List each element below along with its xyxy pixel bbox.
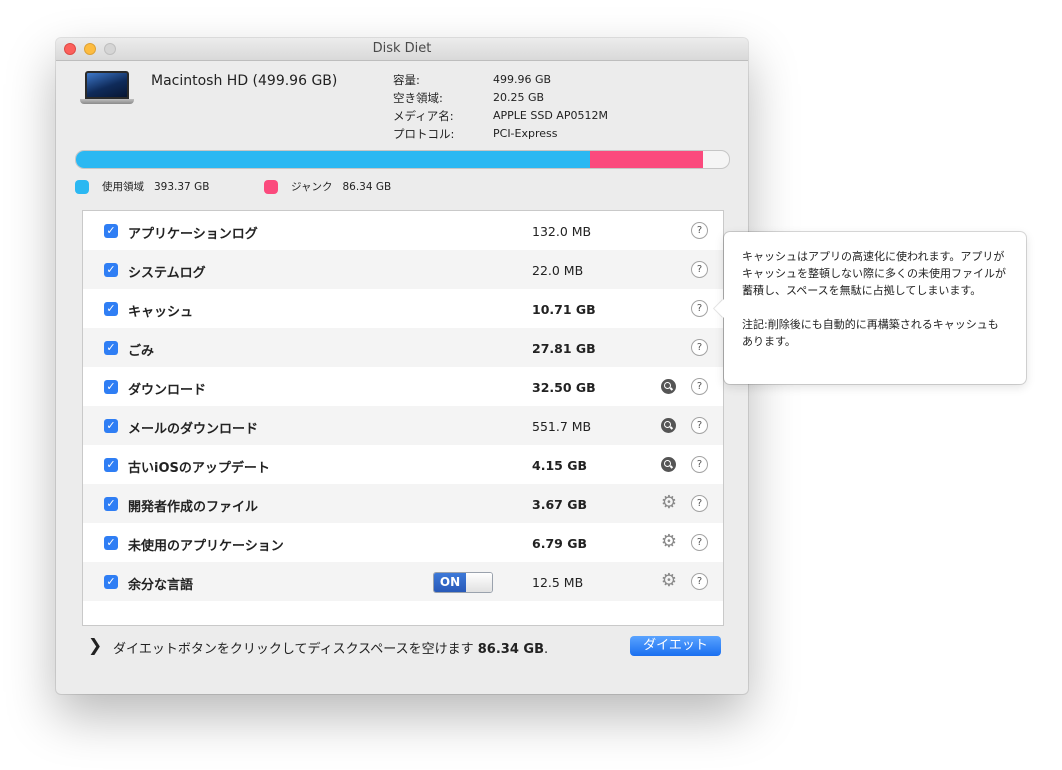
popover-paragraph-2: 注記:削除後にも自動的に再構築されるキャッシュもあります。 — [742, 318, 999, 348]
popover-paragraph-1: キャッシュはアプリの高速化に使われます。アプリがキャッシュを整頓しない際に多くの… — [742, 250, 1006, 297]
zoom-button[interactable] — [104, 43, 116, 55]
minimize-button[interactable] — [84, 43, 96, 55]
item-checkbox[interactable]: ✓ — [104, 380, 118, 394]
help-icon[interactable]: ? — [691, 456, 708, 473]
help-icon[interactable]: ? — [691, 495, 708, 512]
info-label-free: 空き領域: — [393, 91, 443, 105]
list-item[interactable]: ✓ ダウンロード 32.50 GB ? — [83, 367, 723, 406]
close-button[interactable] — [64, 43, 76, 55]
legend-junk-label: ジャンク — [291, 181, 333, 193]
item-checkbox[interactable]: ✓ — [104, 419, 118, 433]
item-size: 3.67 GB — [532, 497, 587, 512]
legend-used-label: 使用領域 — [102, 181, 144, 193]
item-size: 27.81 GB — [532, 341, 596, 356]
disk-usage-bar — [75, 150, 730, 169]
gear-icon[interactable]: ⚙ — [658, 570, 680, 592]
list-item[interactable]: ✓ 古いiOSのアップデート 4.15 GB ? — [83, 445, 723, 484]
item-name: ダウンロード — [128, 383, 207, 398]
item-name: メールのダウンロード — [128, 422, 259, 437]
help-icon[interactable]: ? — [691, 222, 708, 239]
item-checkbox[interactable]: ✓ — [104, 263, 118, 277]
search-icon[interactable] — [661, 418, 676, 433]
item-checkbox[interactable]: ✓ — [104, 497, 118, 511]
legend-used: 使用領域 393.37 GB — [75, 179, 209, 194]
window-controls — [64, 43, 116, 55]
item-name: 古いiOSのアップデート — [128, 461, 270, 476]
item-name: 開発者作成のファイル — [128, 500, 259, 515]
item-name: キャッシュ — [128, 305, 194, 320]
info-label-media: メディア名: — [393, 109, 454, 123]
toggle-on-label: ON — [434, 573, 466, 592]
item-checkbox[interactable]: ✓ — [104, 224, 118, 238]
diet-button[interactable]: ダイエット — [630, 636, 721, 656]
usage-used-segment — [76, 151, 590, 168]
disk-info: 容量: 499.96 GB 空き領域: 20.25 GB メディア名: APPLE S… — [393, 71, 608, 143]
item-checkbox[interactable]: ✓ — [104, 341, 118, 355]
legend-used-swatch — [75, 179, 89, 194]
window-title: Disk Diet — [372, 41, 432, 56]
info-value-free: 20.25 GB — [493, 91, 545, 104]
footer-text-suffix: . — [544, 642, 549, 657]
help-icon[interactable]: ? — [691, 534, 708, 551]
gear-icon[interactable]: ⚙ — [658, 531, 680, 553]
list-item[interactable]: ✓ アプリケーションログ 132.0 MB ? — [83, 211, 723, 250]
cache-help-popover: キャッシュはアプリの高速化に使われます。アプリがキャッシュを整頓しない際に多くの… — [714, 232, 1026, 384]
search-icon[interactable] — [661, 457, 676, 472]
search-icon[interactable] — [661, 379, 676, 394]
item-size: 12.5 MB — [532, 575, 584, 590]
list-item[interactable]: ✓ ごみ 27.81 GB ? — [83, 328, 723, 367]
item-checkbox[interactable]: ✓ — [104, 536, 118, 550]
item-size: 551.7 MB — [532, 419, 592, 434]
list-item[interactable]: ✓ 開発者作成のファイル 3.67 GB ⚙ ? — [83, 484, 723, 523]
title-bar[interactable]: Disk Diet — [56, 38, 748, 61]
disk-name: Macintosh HD (499.96 GB) — [151, 73, 338, 89]
list-item[interactable]: ✓ メールのダウンロード 551.7 MB ? — [83, 406, 723, 445]
list-item[interactable]: ✓ 未使用のアプリケーション 6.79 GB ⚙ ? — [83, 523, 723, 562]
info-label-protocol: プロトコル: — [393, 127, 455, 141]
item-name: 未使用のアプリケーション — [128, 539, 284, 554]
item-name: ごみ — [128, 344, 155, 359]
help-icon[interactable]: ? — [691, 339, 708, 356]
info-label-capacity: 容量: — [393, 73, 420, 87]
help-icon[interactable]: ? — [691, 417, 708, 434]
info-value-media: APPLE SSD AP0512M — [493, 109, 608, 122]
item-checkbox[interactable]: ✓ — [104, 302, 118, 316]
list-item[interactable]: ✓ キャッシュ 10.71 GB ? — [83, 289, 723, 328]
info-value-protocol: PCI-Express — [493, 127, 558, 140]
chevron-right-icon[interactable]: ❯ — [88, 636, 102, 656]
item-name: システムログ — [128, 266, 206, 281]
item-size: 32.50 GB — [532, 380, 596, 395]
item-checkbox[interactable]: ✓ — [104, 458, 118, 472]
legend-used-amount: 393.37 GB — [154, 180, 210, 193]
junk-category-list: ✓ アプリケーションログ 132.0 MB ? ✓ システムログ 22.0 MB… — [82, 210, 724, 626]
item-name: 余分な言語 — [128, 578, 194, 593]
help-icon[interactable]: ? — [691, 261, 708, 278]
laptop-icon — [80, 71, 134, 105]
usage-junk-segment — [589, 151, 703, 168]
item-name: アプリケーションログ — [128, 227, 258, 242]
info-value-capacity: 499.96 GB — [493, 73, 552, 86]
item-size: 6.79 GB — [532, 536, 587, 551]
footer-text-prefix: ダイエットボタンをクリックしてディスクスペースを空けます — [113, 642, 474, 657]
legend-junk: ジャンク 86.34 GB — [264, 179, 391, 194]
gear-icon[interactable]: ⚙ — [658, 492, 680, 514]
languages-toggle[interactable]: ON — [433, 572, 493, 593]
legend-junk-amount: 86.34 GB — [342, 180, 392, 193]
help-icon[interactable]: ? — [691, 300, 708, 317]
help-icon[interactable]: ? — [691, 573, 708, 590]
footer-summary: ダイエットボタンをクリックしてディスクスペースを空けます 86.34 GB. — [113, 638, 548, 657]
toggle-knob — [466, 573, 492, 592]
disk-diet-window: Disk Diet Macintosh HD (499.96 GB) 容量: 49… — [56, 38, 748, 694]
list-item[interactable]: ✓ システムログ 22.0 MB ? — [83, 250, 723, 289]
footer-amount: 86.34 GB — [477, 642, 544, 657]
help-icon[interactable]: ? — [691, 378, 708, 395]
item-size: 132.0 MB — [532, 224, 592, 239]
list-item[interactable]: ✓ 余分な言語 ON 12.5 MB ⚙ ? — [83, 562, 723, 601]
legend-junk-swatch — [264, 179, 278, 194]
item-size: 4.15 GB — [532, 458, 587, 473]
item-size: 10.71 GB — [532, 302, 596, 317]
item-checkbox[interactable]: ✓ — [104, 575, 118, 589]
item-size: 22.0 MB — [532, 263, 584, 278]
